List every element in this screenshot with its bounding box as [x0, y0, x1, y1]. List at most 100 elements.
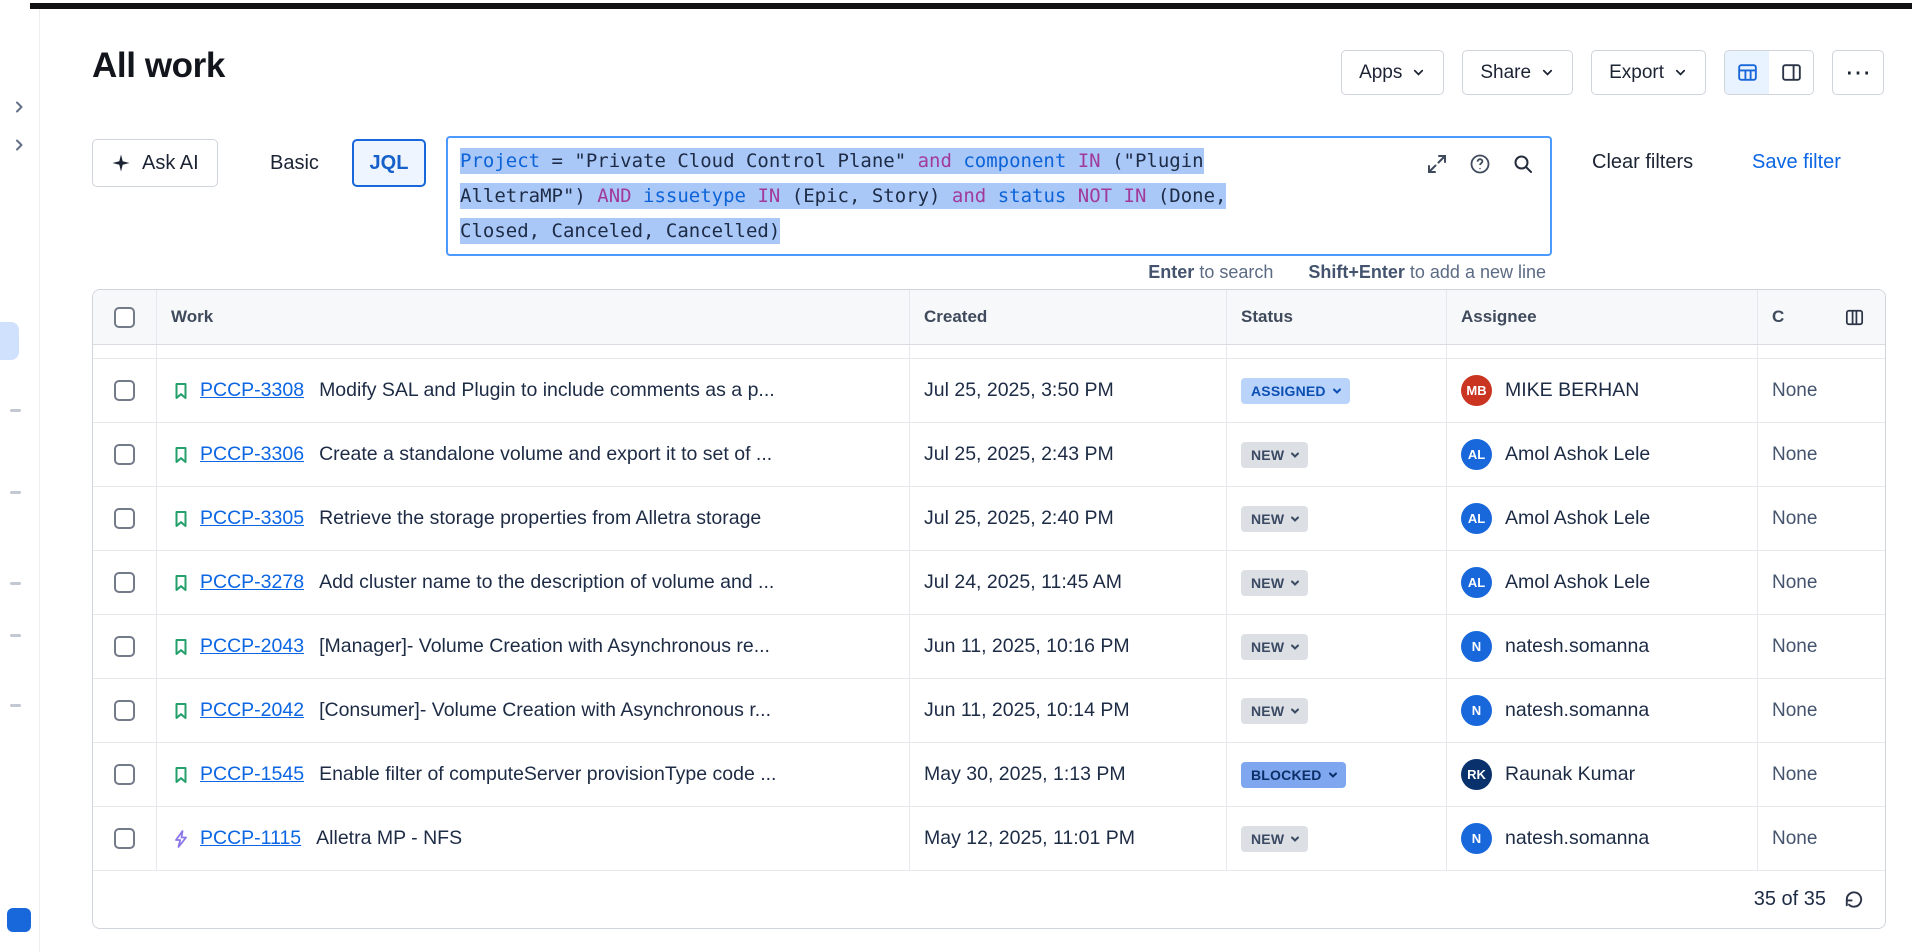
- status-dropdown[interactable]: NEW: [1241, 506, 1308, 532]
- sidebar-item-truncated[interactable]: [10, 704, 21, 707]
- search-mode-basic[interactable]: Basic: [252, 139, 337, 187]
- chevron-down-icon: [1331, 385, 1343, 397]
- row-checkbox[interactable]: [114, 828, 135, 849]
- status-dropdown[interactable]: BLOCKED: [1241, 762, 1346, 788]
- more-actions-button[interactable]: ⋯: [1832, 50, 1884, 95]
- issue-summary[interactable]: Enable filter of computeServer provision…: [319, 763, 776, 786]
- save-filter-link[interactable]: Save filter: [1752, 151, 1841, 174]
- jql-editor-actions: [1424, 151, 1536, 177]
- row-checkbox[interactable]: [114, 444, 135, 465]
- status-dropdown[interactable]: NEW: [1241, 826, 1308, 852]
- avatar: AL: [1461, 567, 1492, 598]
- select-all-checkbox[interactable]: [114, 307, 135, 328]
- status-dropdown[interactable]: NEW: [1241, 698, 1308, 724]
- row-checkbox[interactable]: [114, 636, 135, 657]
- column-header-assignee[interactable]: Assignee: [1447, 290, 1758, 344]
- created-cell: Jun 11, 2025, 10:16 PM: [910, 615, 1227, 678]
- issue-key-link[interactable]: PCCP-2042: [200, 699, 304, 722]
- status-label: NEW: [1251, 511, 1284, 527]
- status-dropdown[interactable]: NEW: [1241, 570, 1308, 596]
- column-header-components[interactable]: C: [1772, 307, 1784, 327]
- status-label: ASSIGNED: [1251, 383, 1326, 399]
- created-cell: May 30, 2025, 1:13 PM: [910, 743, 1227, 806]
- help-icon: [1468, 152, 1492, 176]
- story-icon: [171, 381, 191, 401]
- share-button-label: Share: [1480, 62, 1531, 84]
- expand-chevron-icon[interactable]: [11, 137, 27, 158]
- components-cell: None: [1758, 679, 1885, 742]
- row-checkbox[interactable]: [114, 572, 135, 593]
- sidebar-active-item[interactable]: [0, 322, 19, 360]
- assignee-name: Raunak Kumar: [1505, 763, 1635, 786]
- chevron-down-icon: [1289, 705, 1301, 717]
- sidebar-item-truncated[interactable]: [10, 634, 21, 637]
- components-cell: None: [1758, 359, 1885, 422]
- jql-editor[interactable]: Project = "Private Cloud Control Plane" …: [446, 136, 1552, 256]
- issue-summary[interactable]: Add cluster name to the description of v…: [319, 571, 774, 594]
- column-settings-button[interactable]: [1837, 300, 1871, 334]
- created-cell: Jul 25, 2025, 3:50 PM: [910, 359, 1227, 422]
- expand-chevron-icon[interactable]: [11, 99, 27, 120]
- table-row: PCCP-1545 Enable filter of computeServer…: [93, 743, 1885, 807]
- row-checkbox[interactable]: [114, 764, 135, 785]
- chevron-down-icon: [1289, 513, 1301, 525]
- row-checkbox[interactable]: [114, 700, 135, 721]
- issue-summary[interactable]: Retrieve the storage properties from All…: [319, 507, 761, 530]
- chevron-down-icon: [1289, 577, 1301, 589]
- status-dropdown[interactable]: NEW: [1241, 442, 1308, 468]
- ask-ai-label: Ask AI: [142, 152, 199, 175]
- issue-summary[interactable]: [Consumer]- Volume Creation with Asynchr…: [319, 699, 771, 722]
- row-checkbox[interactable]: [114, 508, 135, 529]
- expand-icon: [1425, 152, 1449, 176]
- view-toggle-group: [1724, 50, 1814, 95]
- issue-summary[interactable]: Alletra MP - NFS: [316, 827, 462, 850]
- issue-key-link[interactable]: PCCP-3308: [200, 379, 304, 402]
- avatar: N: [1461, 695, 1492, 726]
- issue-summary[interactable]: Modify SAL and Plugin to include comment…: [319, 379, 775, 402]
- row-checkbox[interactable]: [114, 380, 135, 401]
- table-view-button[interactable]: [1725, 51, 1769, 94]
- search-mode-jql[interactable]: JQL: [352, 139, 426, 187]
- export-button[interactable]: Export: [1591, 50, 1706, 95]
- sidebar-item-truncated[interactable]: [10, 409, 21, 412]
- column-header-created[interactable]: Created: [910, 290, 1227, 344]
- status-dropdown[interactable]: NEW: [1241, 634, 1308, 660]
- story-icon: [171, 445, 191, 465]
- assignee-name: natesh.somanna: [1505, 699, 1649, 722]
- components-cell: None: [1758, 487, 1885, 550]
- apps-button[interactable]: Apps: [1341, 50, 1444, 95]
- sparkle-icon: [111, 153, 131, 173]
- sidebar-app-icon[interactable]: [7, 908, 31, 932]
- expand-editor-button[interactable]: [1424, 151, 1450, 177]
- chevron-down-icon: [1540, 65, 1555, 80]
- issue-key-link[interactable]: PCCP-3305: [200, 507, 304, 530]
- sidebar-item-truncated[interactable]: [10, 582, 21, 585]
- issue-key-link[interactable]: PCCP-3278: [200, 571, 304, 594]
- issue-key-link[interactable]: PCCP-2043: [200, 635, 304, 658]
- issue-key-link[interactable]: PCCP-1115: [200, 827, 301, 850]
- ask-ai-button[interactable]: Ask AI: [92, 139, 218, 187]
- issue-key-link[interactable]: PCCP-3306: [200, 443, 304, 466]
- avatar: RK: [1461, 759, 1492, 790]
- run-search-button[interactable]: [1510, 151, 1536, 177]
- components-cell: None: [1758, 743, 1885, 806]
- issue-summary[interactable]: Create a standalone volume and export it…: [319, 443, 772, 466]
- avatar: N: [1461, 631, 1492, 662]
- syntax-help-button[interactable]: [1467, 151, 1493, 177]
- refresh-button[interactable]: [1842, 888, 1865, 911]
- status-dropdown[interactable]: ASSIGNED: [1241, 378, 1350, 404]
- column-header-status[interactable]: Status: [1227, 290, 1447, 344]
- column-header-work[interactable]: Work: [157, 290, 910, 344]
- sidebar-item-truncated[interactable]: [10, 491, 21, 494]
- issue-summary[interactable]: [Manager]- Volume Creation with Asynchro…: [319, 635, 770, 658]
- side-panel-view-button[interactable]: [1769, 51, 1813, 94]
- components-cell: None: [1758, 423, 1885, 486]
- avatar: AL: [1461, 503, 1492, 534]
- scrolled-row-sliver: [93, 345, 1885, 359]
- issue-key-link[interactable]: PCCP-1545: [200, 763, 304, 786]
- status-label: NEW: [1251, 703, 1284, 719]
- story-icon: [171, 701, 191, 721]
- clear-filters-button[interactable]: Clear filters: [1592, 151, 1693, 174]
- share-button[interactable]: Share: [1462, 50, 1573, 95]
- story-icon: [171, 765, 191, 785]
